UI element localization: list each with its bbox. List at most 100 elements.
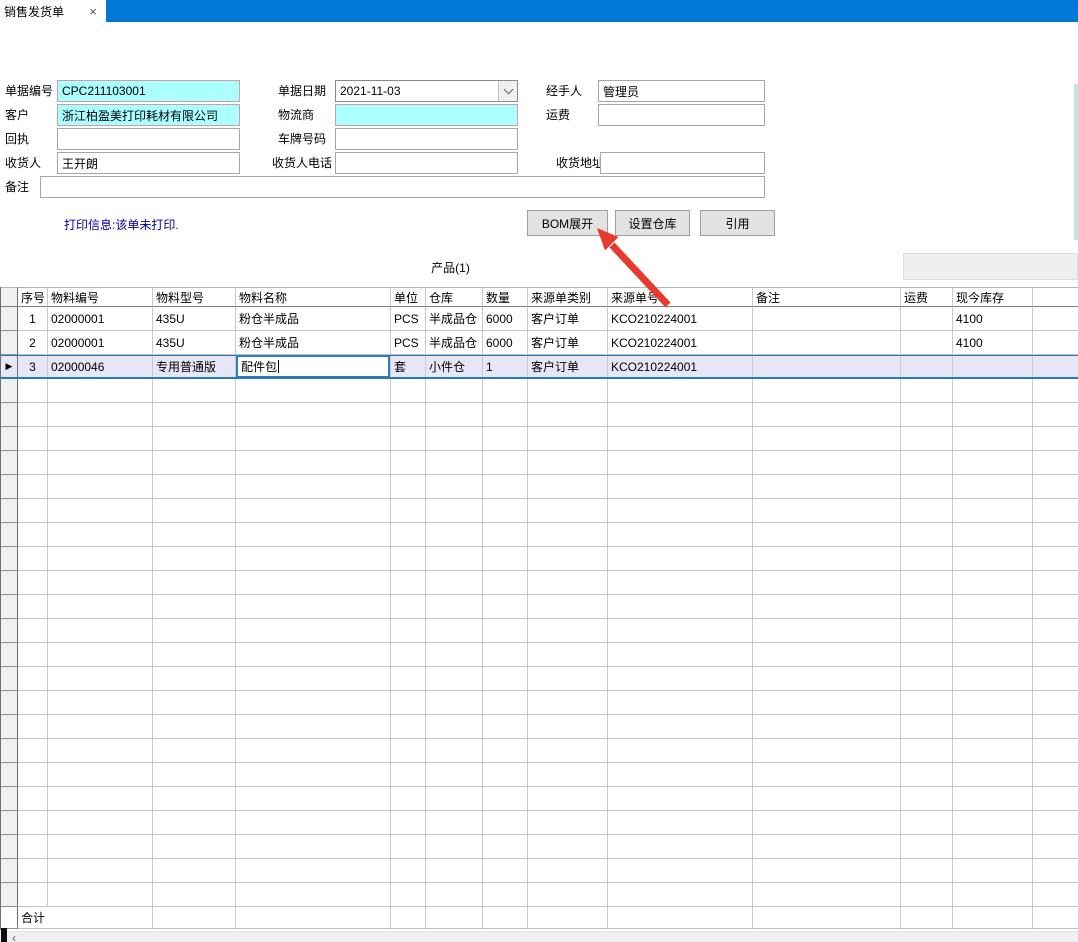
empty-cell [901,595,953,619]
sales-delivery-window: 销售发货单 × 单据编号 客户 回执 收货人 备注 单据日期 2021-11-0… [0,0,1078,942]
empty-cell [753,451,901,475]
cell-remark[interactable] [753,331,901,355]
cell-source-type[interactable]: 客户订单 [528,355,608,379]
cell-seq[interactable]: 1 [18,307,48,331]
row-selector[interactable]: ▶ [1,355,18,379]
logistics-input[interactable] [335,104,518,126]
chevron-down-icon[interactable] [498,81,517,101]
empty-cell [153,763,236,787]
cell-extra[interactable] [1033,355,1078,379]
customer-input[interactable] [57,104,240,126]
tab-product[interactable]: 产品(1) [0,252,901,282]
grid-corner-handle [1,928,7,942]
doc-date-select[interactable]: 2021-11-03 [335,80,518,102]
remarks-input[interactable] [40,176,765,198]
cell-warehouse[interactable]: 小件仓 [426,355,483,379]
cell-unit[interactable]: PCS [391,331,426,355]
remark-header[interactable]: 备注 [753,287,901,307]
material-no-header[interactable]: 物料编号 [48,287,153,307]
row-selector [1,379,18,403]
source-type-header[interactable]: 来源单类别 [528,287,608,307]
model-header[interactable]: 物料型号 [153,287,236,307]
empty-cell [48,475,153,499]
extra-header[interactable] [1033,287,1078,307]
empty-cell [483,739,528,763]
cell-material-name[interactable]: 粉仓半成品 [236,331,391,355]
cell-extra[interactable] [1033,331,1078,355]
material-name-header[interactable]: 物料名称 [236,287,391,307]
cell-warehouse[interactable]: 半成品仓 [426,331,483,355]
cell-stock[interactable]: 4100 [953,307,1033,331]
totals-label: 合计 [18,907,153,929]
cell-model[interactable]: 435U [153,307,236,331]
cell-freight[interactable] [901,355,953,379]
doc-no-input[interactable] [57,80,240,102]
cell-source-no[interactable]: KCO210224001 [608,355,753,379]
horizontal-scrollbar[interactable]: ‹ [0,931,1078,942]
consignee-phone-input[interactable] [335,152,518,174]
empty-row [1,403,1078,427]
cell-stock[interactable]: 4100 [953,331,1033,355]
table-row[interactable]: 202000001435U粉仓半成品PCS半成品仓6000客户订单KCO2102… [1,331,1078,355]
cell-freight[interactable] [901,307,953,331]
qty-header[interactable]: 数量 [483,287,528,307]
cell-source-no[interactable]: KCO210224001 [608,331,753,355]
cell-material-name[interactable]: 粉仓半成品 [236,307,391,331]
seq-header[interactable]: 序号 [18,287,48,307]
cell-freight[interactable] [901,331,953,355]
empty-cell [608,763,753,787]
plate-no-input[interactable] [335,128,518,150]
cell-unit[interactable]: 套 [391,355,426,379]
cell-warehouse[interactable]: 半成品仓 [426,307,483,331]
cell-source-no[interactable]: KCO210224001 [608,307,753,331]
empty-cell [901,379,953,403]
empty-cell [48,499,153,523]
cell-source-type[interactable]: 客户订单 [528,331,608,355]
source-no-header[interactable]: 来源单号 [608,287,753,307]
bom-expand-button[interactable]: BOM展开 [527,210,608,236]
empty-cell [953,643,1033,667]
cell-qty[interactable]: 6000 [483,331,528,355]
cell-edit-input[interactable]: 配件包 [236,355,390,378]
cell-unit[interactable]: PCS [391,307,426,331]
set-warehouse-button[interactable]: 设置仓库 [615,210,690,236]
cell-qty[interactable]: 6000 [483,307,528,331]
delivery-address-input[interactable] [600,152,765,174]
cell-extra[interactable] [1033,307,1078,331]
table-row-selected[interactable]: ▶302000046专用普通版配件包套小件仓1客户订单KCO210224001 [1,355,1078,379]
unit-header[interactable]: 单位 [391,287,426,307]
tab-sales-delivery[interactable]: 销售发货单 × [0,0,106,22]
stock-header[interactable]: 现今库存 [953,287,1033,307]
row-selector[interactable] [1,331,18,355]
cell-remark[interactable] [753,355,901,379]
freight-input[interactable] [598,104,765,126]
cell-seq[interactable]: 2 [18,331,48,355]
handler-input[interactable] [598,80,765,102]
cell-material-no[interactable]: 02000001 [48,307,153,331]
cell-model[interactable]: 435U [153,331,236,355]
scroll-left-icon[interactable]: ‹ [12,931,16,942]
warehouse-header[interactable]: 仓库 [426,287,483,307]
close-icon[interactable]: × [89,5,97,18]
cell-material-no[interactable]: 02000046 [48,355,153,379]
freight-header[interactable]: 运费 [901,287,953,307]
consignee-input[interactable] [57,152,240,174]
cell-material-no[interactable]: 02000001 [48,331,153,355]
cell-qty[interactable]: 1 [483,355,528,379]
empty-cell [901,451,953,475]
cell-source-type[interactable]: 客户订单 [528,307,608,331]
cell-material-name[interactable]: 配件包 [236,355,391,379]
empty-cell [753,595,901,619]
empty-cell [391,427,426,451]
cell-stock[interactable] [953,355,1033,379]
cell-seq[interactable]: 3 [18,355,48,379]
empty-cell [391,667,426,691]
row-selector[interactable] [1,307,18,331]
table-row[interactable]: 102000001435U粉仓半成品PCS半成品仓6000客户订单KCO2102… [1,307,1078,331]
quote-button[interactable]: 引用 [700,210,775,236]
empty-cell [753,691,901,715]
receipt-input[interactable] [57,128,240,150]
row-selector [1,715,18,739]
cell-remark[interactable] [753,307,901,331]
cell-model[interactable]: 专用普通版 [153,355,236,379]
